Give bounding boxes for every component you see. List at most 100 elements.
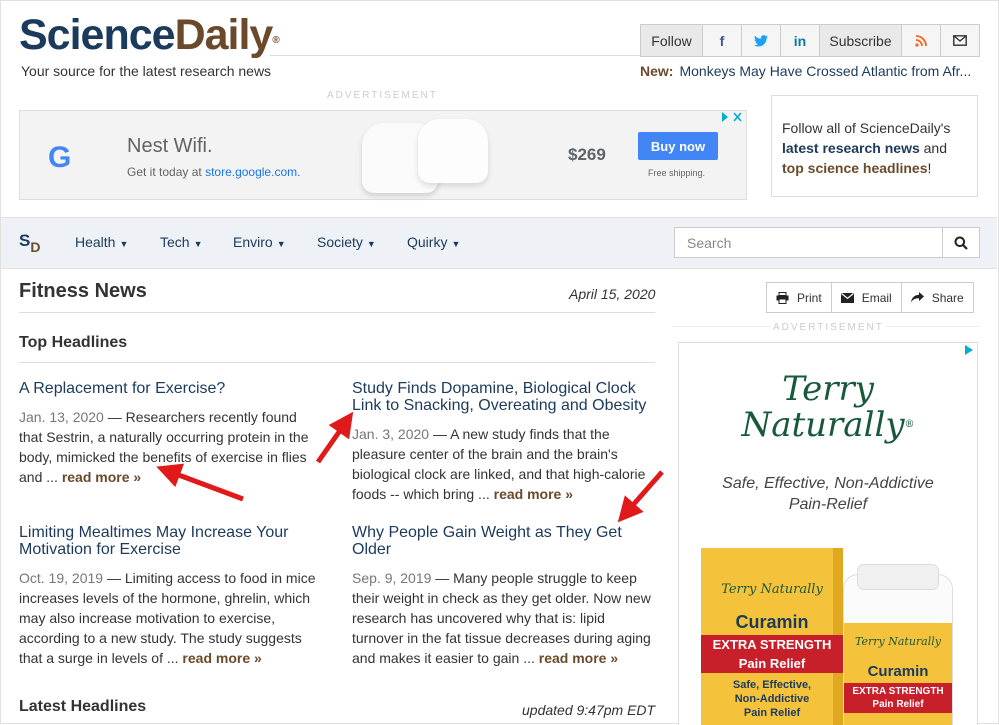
article-summary: Sep. 9, 2019 — Many people struggle to k…: [352, 568, 652, 668]
nav-item-quirky[interactable]: Quirky ▼: [407, 234, 460, 250]
read-more-link[interactable]: read more »: [539, 650, 618, 666]
ad-store-link[interactable]: store.google.com.: [205, 165, 300, 179]
site-tagline: Your source for the latest research news: [21, 63, 272, 79]
facebook-icon[interactable]: f: [703, 25, 742, 56]
ad-subtitle-text: Get it today at: [127, 165, 202, 179]
article-summary: Oct. 19, 2019 — Limiting access to food …: [19, 568, 319, 668]
side-ad-tagline: Safe, Effective, Non-Addictive Pain-Reli…: [679, 473, 977, 515]
bottle-brand: Terry Naturally: [855, 635, 941, 648]
article-date: Jan. 13, 2020: [19, 409, 104, 425]
product-bottle-image: Terry Naturally Curamin EXTRA STRENGTH P…: [844, 565, 952, 725]
bottle-cap: [858, 565, 938, 589]
ad-title: Nest Wifi.: [127, 135, 213, 157]
updated-timestamp: updated 9:47pm EDT: [522, 702, 656, 718]
new-story-link[interactable]: Monkeys May Have Crossed Atlantic from A…: [679, 63, 971, 79]
search-icon: [954, 236, 968, 250]
brand-mark: ®: [904, 419, 915, 430]
nav-label: Health: [75, 234, 116, 250]
share-arrow-icon: [910, 292, 924, 303]
read-more-link[interactable]: read more »: [182, 650, 261, 666]
caret-down-icon: ▼: [276, 239, 286, 249]
email-label: Email: [861, 290, 892, 305]
ad-price: $269: [568, 145, 606, 164]
brand-line-2: Naturally®: [679, 407, 977, 443]
caret-down-icon: ▼: [366, 239, 376, 249]
subscribe-label: Subscribe: [820, 25, 902, 56]
ad-shipping: Free shipping.: [648, 168, 706, 178]
nav-item-enviro[interactable]: Enviro ▼: [233, 234, 286, 250]
nav-item-health[interactable]: Health ▼: [75, 234, 128, 250]
email-button[interactable]: Email: [832, 283, 902, 312]
print-label: Print: [797, 290, 822, 305]
latest-research-link[interactable]: latest research news: [782, 140, 920, 156]
sd-logo-d: D: [30, 239, 41, 255]
bottle-product-name: Curamin: [867, 663, 929, 680]
share-label: Share: [931, 290, 964, 305]
latest-headlines-heading: Latest Headlines: [19, 698, 147, 715]
article-summary: Jan. 3, 2020 — A new study finds that th…: [352, 424, 652, 504]
share-button[interactable]: Share: [902, 283, 973, 312]
product-strength: EXTRA STRENGTH: [712, 637, 832, 652]
caret-down-icon: ▼: [451, 239, 461, 249]
article-item: Why People Gain Weight as They Get Older…: [352, 524, 652, 668]
article-title-link[interactable]: Why People Gain Weight as They Get Older: [352, 524, 652, 558]
bottle-strength: EXTRA STRENGTH: [852, 686, 944, 697]
follow-label: Follow: [641, 25, 703, 56]
read-more-link[interactable]: read more »: [494, 486, 573, 502]
follow-promo-bang: !: [927, 160, 932, 176]
search-box: [674, 227, 980, 258]
caret-down-icon: ▼: [119, 239, 129, 249]
article-date: Jan. 3, 2020: [352, 426, 430, 442]
article-title-link[interactable]: Limiting Mealtimes May Increase Your Mot…: [19, 524, 319, 558]
ad-label-top: ADVERTISEMENT: [327, 90, 438, 101]
buy-now-button[interactable]: Buy now: [638, 132, 718, 160]
new-label: New:: [640, 63, 674, 79]
product-desc-2: Non-Addictive: [734, 693, 810, 705]
caret-down-icon: ▼: [193, 239, 203, 249]
product-desc-3: Pain Relief: [743, 707, 801, 719]
product-box-image: Terry Naturally Curamin EXTRA STRENGTH P…: [701, 548, 843, 725]
ad-subtitle: Get it today at store.google.com.: [127, 165, 300, 179]
article-title-link[interactable]: Study Finds Dopamine, Biological Clock L…: [352, 380, 652, 414]
print-button[interactable]: Print: [767, 283, 832, 312]
envelope-icon: [840, 292, 854, 303]
product-brand: Terry Naturally: [721, 582, 823, 597]
read-more-link[interactable]: read more »: [62, 469, 141, 485]
sd-logo[interactable]: SD: [19, 231, 40, 255]
linkedin-icon[interactable]: in: [781, 25, 820, 56]
article-title-link[interactable]: A Replacement for Exercise?: [19, 380, 319, 397]
side-ad-tagline-1: Safe, Effective, Non-Addictive: [722, 475, 934, 492]
site-logo[interactable]: ScienceDaily®: [19, 10, 280, 60]
ad-choices-icon[interactable]: [963, 344, 975, 359]
terry-naturally-logo: Terry Naturally®: [679, 371, 977, 443]
divider: [19, 312, 655, 313]
follow-promo-box: Follow all of ScienceDaily's latest rese…: [771, 95, 978, 197]
search-button[interactable]: [942, 228, 979, 257]
logo-registered-mark: ®: [272, 35, 279, 46]
new-story-ticker: New: Monkeys May Have Crossed Atlantic fr…: [640, 63, 980, 79]
follow-promo-and: and: [923, 140, 947, 156]
social-bar: Follow f in Subscribe: [640, 24, 980, 57]
side-advertisement[interactable]: Terry Naturally® Safe, Effective, Non-Ad…: [678, 342, 978, 725]
article-summary: Jan. 13, 2020 — Researchers recently fou…: [19, 407, 319, 487]
top-advertisement[interactable]: G Nest Wifi. Get it today at store.googl…: [19, 110, 747, 200]
twitter-icon[interactable]: [742, 25, 781, 56]
bottle-type: Pain Relief: [872, 699, 924, 710]
nav-label: Tech: [160, 234, 190, 250]
product-description: Safe, Effective, Non-Addictive Pain Reli…: [701, 678, 843, 720]
rss-icon[interactable]: [902, 25, 941, 56]
email-icon[interactable]: [941, 25, 979, 56]
google-logo-icon: G: [48, 141, 72, 174]
bottle-strength-strip: EXTRA STRENGTH Pain Relief: [844, 683, 952, 713]
article-item: A Replacement for Exercise? Jan. 13, 202…: [19, 380, 319, 487]
top-headlines-link[interactable]: top science headlines: [782, 160, 928, 176]
ad-choices-icon[interactable]: [720, 111, 744, 126]
brand-line-2-text: Naturally: [741, 405, 905, 445]
nav-item-tech[interactable]: Tech ▼: [160, 234, 203, 250]
article-item: Study Finds Dopamine, Biological Clock L…: [352, 380, 652, 504]
logo-daily: Daily: [174, 11, 274, 59]
share-toolbar: Print Email Share: [766, 282, 974, 313]
search-input[interactable]: [685, 234, 939, 252]
product-name: Curamin: [735, 612, 809, 632]
nav-item-society[interactable]: Society ▼: [317, 234, 376, 250]
